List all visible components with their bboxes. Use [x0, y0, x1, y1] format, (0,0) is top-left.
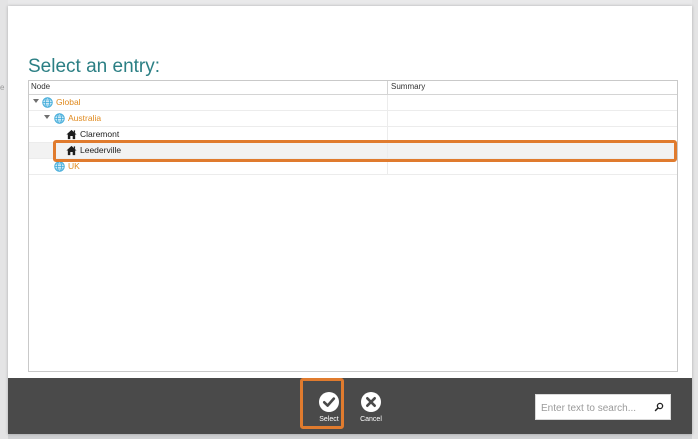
tree-row-label: Australia	[68, 113, 102, 123]
column-separator[interactable]	[387, 81, 388, 94]
tree-row-label: Claremont	[80, 129, 120, 139]
grid-header: Node Summary	[29, 81, 677, 95]
selected-row-highlight	[53, 140, 677, 162]
select-button-highlight	[300, 378, 344, 429]
close-icon	[361, 392, 381, 412]
cell-separator	[387, 111, 388, 126]
column-header-summary[interactable]: Summary	[391, 82, 425, 91]
globe-icon	[54, 161, 65, 172]
expand-arrow-icon[interactable]	[33, 99, 39, 103]
column-header-node[interactable]: Node	[31, 82, 50, 91]
cancel-button[interactable]: Cancel	[351, 386, 391, 430]
search-box[interactable]	[535, 394, 671, 420]
background-hint-text: e	[0, 83, 5, 92]
search-icon[interactable]	[654, 402, 664, 412]
dialog-title: Select an entry:	[28, 56, 161, 77]
dialog-toolbar: Select Cancel	[8, 378, 692, 434]
tree-row-label: Global	[56, 97, 81, 107]
home-icon	[66, 129, 77, 140]
tree-grid[interactable]: Node Summary Global Australia Claremont …	[28, 80, 678, 372]
cell-separator	[387, 95, 388, 110]
globe-icon	[54, 113, 65, 124]
background-left-panel: e	[0, 0, 8, 439]
tree-row-label: UK	[68, 161, 80, 171]
expand-arrow-icon[interactable]	[44, 115, 50, 119]
tree-row-global[interactable]: Global	[29, 95, 677, 111]
background-right-panel	[692, 0, 698, 439]
cancel-button-label: Cancel	[360, 416, 382, 423]
globe-icon	[42, 97, 53, 108]
tree-row-australia[interactable]: Australia	[29, 111, 677, 127]
select-entry-dialog: Select an entry: Node Summary Global Aus…	[8, 6, 692, 434]
search-input[interactable]	[539, 398, 653, 418]
